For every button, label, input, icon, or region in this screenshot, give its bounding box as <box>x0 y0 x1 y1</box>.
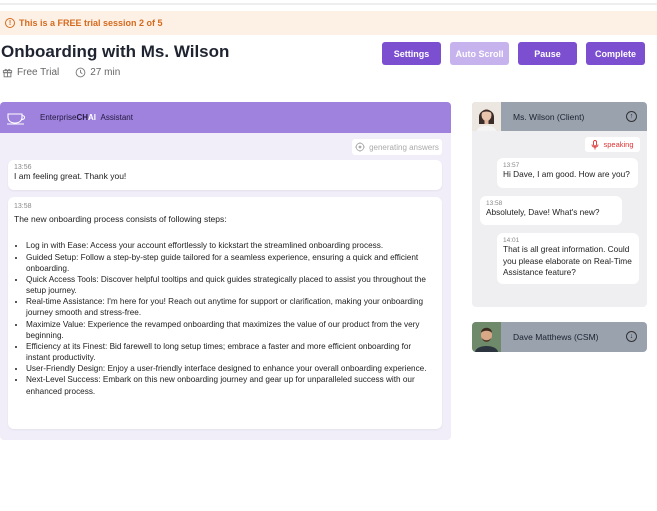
csm-header[interactable]: Dave Matthews (CSM) ↓ <box>472 322 647 352</box>
gift-icon <box>2 68 13 78</box>
assistant-brand: EnterpriseCHAI Assistant <box>40 113 133 122</box>
speaking-text: speaking <box>603 140 634 149</box>
message-time: 13:57 <box>503 162 520 169</box>
chat-cup-icon <box>7 112 26 124</box>
csm-name: Dave Matthews (CSM) <box>513 332 599 342</box>
session-type-label: Free Trial <box>17 67 60 78</box>
message-time: 13:58 <box>14 203 32 210</box>
message-time: 14:01 <box>503 237 520 244</box>
client-avatar-image <box>472 102 501 131</box>
client-panel: Ms. Wilson (Client) ↑ speaking 13:57 Hi … <box>472 102 647 307</box>
session-duration: 27 min <box>75 67 120 78</box>
list-item: Real-time Assistance: I'm here for you! … <box>26 296 436 318</box>
assistant-panel: EnterpriseCHAI Assistant generating answ… <box>0 102 451 440</box>
settings-button[interactable]: Settings <box>382 42 441 65</box>
top-divider <box>0 3 657 5</box>
client-name: Ms. Wilson (Client) <box>513 111 585 122</box>
csm-avatar-image <box>472 322 501 352</box>
onboarding-steps-list: Log in with Ease: Access your account ef… <box>26 240 436 396</box>
client-message: 14:01 That is all great information. Cou… <box>497 233 639 284</box>
message-text: Absolutely, Dave! What's new? <box>486 207 600 217</box>
generating-status-text: generating answers <box>369 142 439 152</box>
assistant-message: 13:58 The new onboarding process consist… <box>8 197 442 429</box>
list-item: Log in with Ease: Access your account ef… <box>26 240 436 251</box>
assistant-header: EnterpriseCHAI Assistant <box>0 102 451 133</box>
brand-suffix: Assistant <box>100 113 133 122</box>
list-item: Next-Level Success: Embark on this new o… <box>26 374 436 396</box>
message-text: That is all great information. Could you… <box>503 244 632 278</box>
message-text: Hi Dave, I am good. How are you? <box>503 169 630 179</box>
chevron-down-icon[interactable]: ↓ <box>626 331 637 342</box>
list-item: Efficiency at its Finest: Bid farewell t… <box>26 341 436 363</box>
brand-prefix: Enterprise <box>40 113 77 122</box>
avatar <box>472 102 501 131</box>
list-item: Quick Access Tools: Discover helpful too… <box>26 274 436 296</box>
list-item: Guided Setup: Follow a step-by-step guid… <box>26 252 436 274</box>
session-meta: Free Trial 27 min <box>2 67 136 78</box>
avatar <box>472 322 501 352</box>
list-item: Maximize Value: Experience the revamped … <box>26 319 436 341</box>
pause-button[interactable]: Pause <box>518 42 577 65</box>
session-toolbar: Settings Auto Scroll Pause Complete <box>382 42 645 65</box>
csm-message: 13:58 Absolutely, Dave! What's new? <box>480 196 622 225</box>
message-time: 13:58 <box>486 200 503 207</box>
clock-icon <box>75 67 86 78</box>
session-type: Free Trial <box>2 67 59 78</box>
brand-ch: CH <box>76 113 89 122</box>
trial-banner: ! This is a FREE trial session 2 of 5 <box>0 11 657 35</box>
assistant-message: 13:56 I am feeling great. Thank you! <box>8 160 442 190</box>
csm-panel: Dave Matthews (CSM) ↓ <box>472 322 647 352</box>
speaking-badge: speaking <box>585 137 640 152</box>
page-title: Onboarding with Ms. Wilson <box>1 42 230 61</box>
message-text: I am feeling great. Thank you! <box>14 171 127 181</box>
client-header[interactable]: Ms. Wilson (Client) ↑ <box>472 102 647 131</box>
warning-icon: ! <box>5 18 15 28</box>
list-item: User-Friendly Design: Enjoy a user-frien… <box>26 363 436 374</box>
chevron-up-icon[interactable]: ↑ <box>626 111 637 122</box>
target-icon <box>355 142 366 152</box>
session-duration-label: 27 min <box>90 67 121 78</box>
message-time: 13:56 <box>14 164 32 171</box>
client-message: 13:57 Hi Dave, I am good. How are you? <box>497 158 638 188</box>
microphone-icon <box>592 139 599 149</box>
generating-status: generating answers <box>352 139 442 155</box>
auto-scroll-button[interactable]: Auto Scroll <box>450 42 509 65</box>
trial-banner-text: This is a FREE trial session 2 of 5 <box>19 18 163 28</box>
complete-button[interactable]: Complete <box>586 42 645 65</box>
message-intro: The new onboarding process consists of f… <box>14 214 227 224</box>
brand-ai: AI <box>88 113 97 122</box>
